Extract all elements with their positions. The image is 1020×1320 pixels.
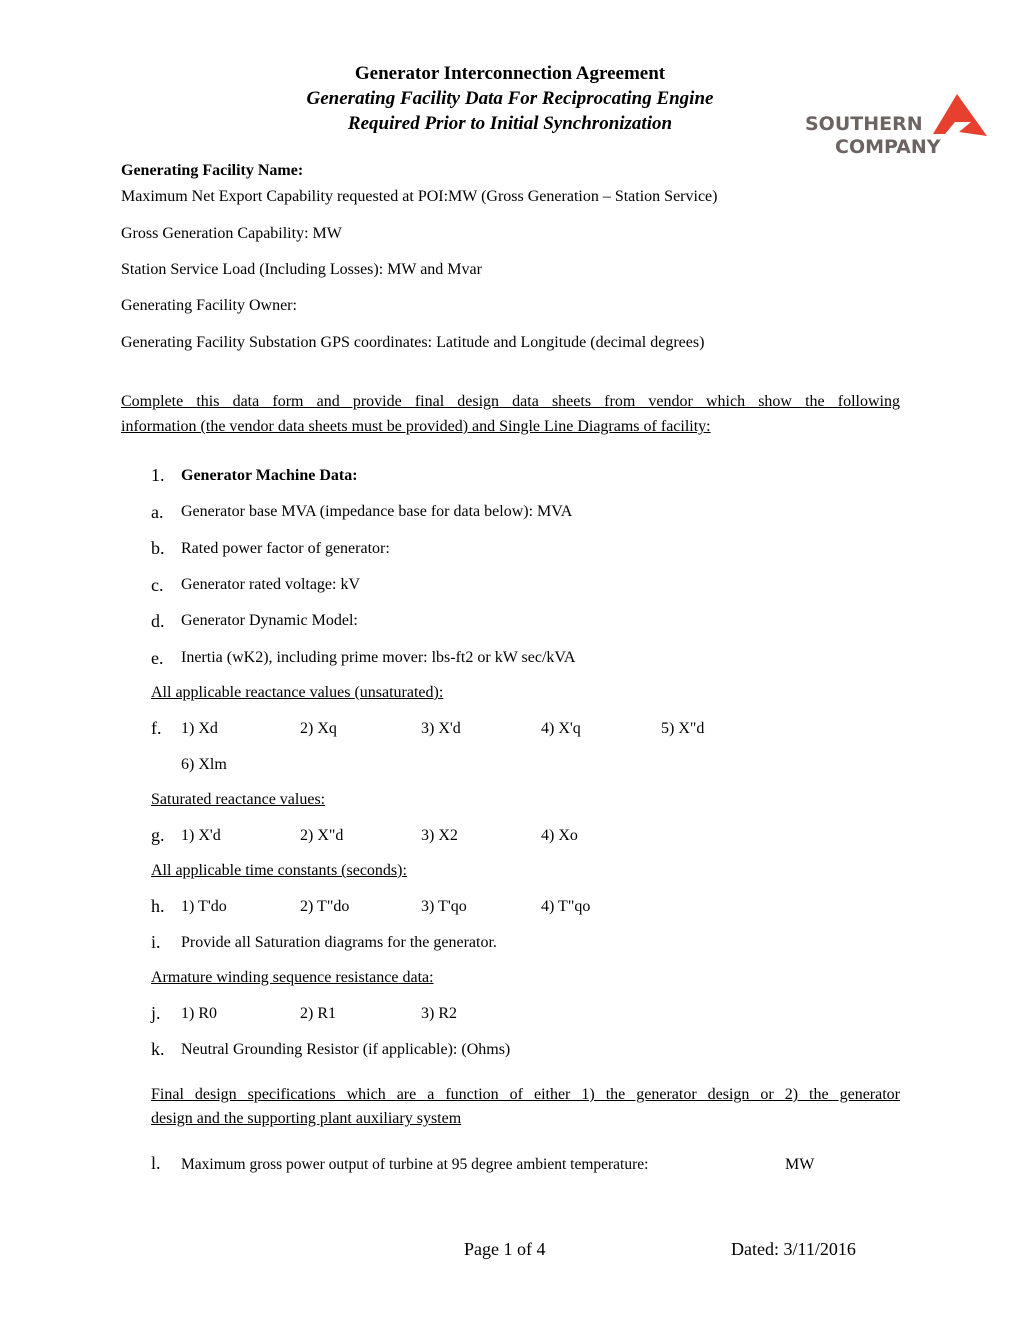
item-marker-f: f. [151, 718, 162, 738]
facility-owner-field: Generating Facility Owner: [121, 297, 297, 314]
time-constant-t-double-prime-qo: 4) T"qo [541, 898, 591, 915]
item-marker-l: l. [151, 1153, 161, 1173]
logo-text-southern: SOUTHERN [805, 113, 923, 135]
item-marker-b: b. [151, 538, 165, 558]
document-title: Generator Interconnection Agreement [354, 63, 666, 84]
item-marker-d: d. [151, 611, 165, 631]
reactance-x-double-prime-d: 5) X"d [661, 720, 705, 737]
reactance-x-prime-q: 4) X'q [541, 720, 581, 737]
saturated-heading: Saturated reactance values: [151, 791, 326, 808]
time-constants-heading: All applicable time constants (seconds): [151, 862, 407, 879]
item-marker-k: k. [151, 1039, 165, 1059]
instructions-line-2: information (the vendor data sheets must… [121, 418, 711, 435]
saturated-x-double-prime-d: 2) X"d [300, 827, 344, 844]
document-date: Dated: 3/11/2016 [731, 1239, 856, 1259]
unsaturated-heading: All applicable reactance values (unsatur… [151, 684, 444, 701]
reactance-xd: 1) Xd [181, 720, 218, 737]
item-l-max-gross-power: Maximum gross power output of turbine at… [181, 1156, 649, 1173]
armature-heading: Armature winding sequence resistance dat… [151, 969, 434, 986]
page-number: Page 1 of 4 [464, 1239, 546, 1259]
section-title: Generator Machine Data: [181, 467, 358, 484]
item-marker-i: i. [151, 932, 161, 952]
southern-company-logo-icon: SOUTHERN COMPANY [805, 94, 987, 158]
resistance-r1: 2) R1 [300, 1005, 336, 1022]
item-c-rated-voltage: Generator rated voltage: kV [181, 576, 361, 593]
gps-coordinates-field: Generating Facility Substation GPS coord… [121, 334, 705, 351]
resistance-r0: 1) R0 [181, 1005, 217, 1022]
item-e-inertia: Inertia (wK2), including prime mover: lb… [181, 649, 576, 666]
final-design-line-1: Final design specifications which are a … [151, 1086, 900, 1103]
time-constant-t-prime-qo: 3) T'qo [421, 898, 467, 915]
item-marker-j: j. [151, 1003, 161, 1023]
facility-name-label: Generating Facility Name: [121, 162, 304, 179]
item-k-neutral-grounding-resistor: Neutral Grounding Resistor (if applicabl… [181, 1041, 511, 1058]
item-marker-c: c. [151, 575, 164, 595]
item-marker-g: g. [151, 825, 165, 845]
item-marker-e: e. [151, 648, 164, 668]
saturated-xo: 4) Xo [541, 827, 578, 844]
time-constant-t-prime-do: 1) T'do [181, 898, 227, 915]
saturated-x-prime-d: 1) X'd [181, 827, 221, 844]
gross-generation-field: Gross Generation Capability: MW [121, 225, 342, 242]
item-b-power-factor: Rated power factor of generator: [181, 540, 390, 557]
item-d-dynamic-model: Generator Dynamic Model: [181, 612, 358, 629]
item-a-generator-base-mva: Generator base MVA (impedance base for d… [181, 503, 573, 520]
reactance-xq: 2) Xq [300, 720, 337, 737]
saturated-x2: 3) X2 [421, 827, 458, 844]
instructions-line-1: Complete this data form and provide fina… [121, 393, 900, 410]
station-service-field: Station Service Load (Including Losses):… [121, 261, 482, 278]
section-number: 1. [151, 465, 165, 485]
final-design-line-2: design and the supporting plant auxiliar… [151, 1110, 462, 1127]
item-marker-h: h. [151, 896, 165, 916]
resistance-r2: 3) R2 [421, 1005, 457, 1022]
item-l-unit: MW [785, 1156, 815, 1173]
item-marker-a: a. [151, 502, 164, 522]
reactance-xlm: 6) Xlm [181, 756, 227, 773]
southern-company-logo: SOUTHERN COMPANY [805, 92, 990, 158]
item-i-saturation-diagrams: Provide all Saturation diagrams for the … [181, 934, 497, 951]
logo-text-company: COMPANY [835, 136, 941, 156]
reactance-x-prime-d: 3) X'd [421, 720, 461, 737]
time-constant-t-double-prime-do: 2) T"do [300, 898, 350, 915]
max-net-export-field: Maximum Net Export Capability requested … [121, 188, 718, 205]
